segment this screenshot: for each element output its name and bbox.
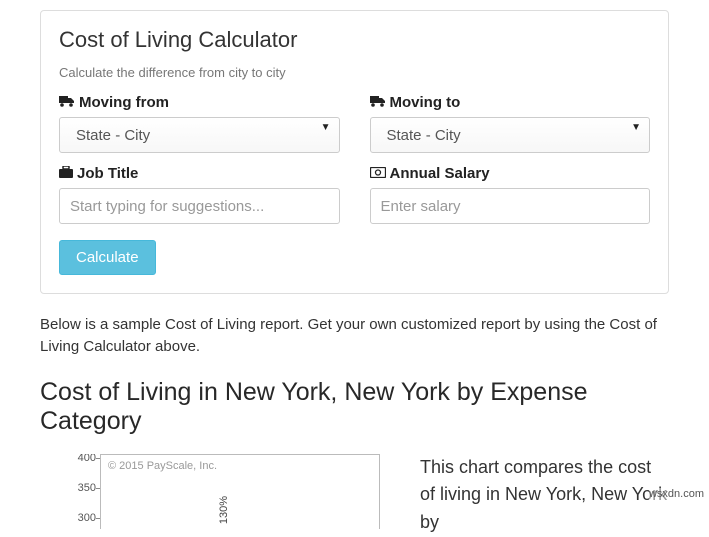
- watermark: wsxdn.com: [649, 488, 704, 500]
- annual-salary-input[interactable]: [370, 188, 651, 224]
- money-icon: [370, 165, 386, 182]
- calculator-subtitle: Calculate the difference from city to ci…: [59, 65, 650, 80]
- job-salary-row: Job Title Annual Salary: [59, 165, 650, 224]
- y-tick: 350: [70, 482, 96, 494]
- job-title-input[interactable]: [59, 188, 340, 224]
- chart-title: Cost of Living in New York, New York by …: [40, 378, 669, 436]
- truck-icon: [59, 94, 75, 111]
- moving-to-select[interactable]: State - City ▼: [370, 117, 651, 153]
- moving-from-select[interactable]: State - City ▼: [59, 117, 340, 153]
- annual-salary-label: Annual Salary: [370, 165, 651, 182]
- sample-report-text: Below is a sample Cost of Living report.…: [40, 314, 669, 358]
- chevron-down-icon: ▼: [631, 122, 641, 133]
- moving-from-label: Moving from: [59, 94, 340, 111]
- calculate-button[interactable]: Calculate: [59, 240, 156, 275]
- chart-copyright: © 2015 PayScale, Inc.: [108, 460, 217, 472]
- truck-icon: [370, 94, 386, 111]
- chart-row: 400 350 300 © 2015 PayScale, Inc. 130% T…: [40, 454, 669, 537]
- moving-to-label: Moving to: [370, 94, 651, 111]
- chevron-down-icon: ▼: [321, 122, 331, 133]
- briefcase-icon: [59, 165, 73, 182]
- bar-value-label: 130%: [218, 495, 230, 523]
- chart-area: 400 350 300 © 2015 PayScale, Inc. 130%: [40, 454, 380, 529]
- job-title-label: Job Title: [59, 165, 340, 182]
- y-tick: 300: [70, 512, 96, 524]
- calculator-title: Cost of Living Calculator: [59, 27, 650, 53]
- y-tick: 400: [70, 454, 96, 464]
- chart-description: This chart compares the cost of living i…: [420, 454, 669, 537]
- location-row: Moving from State - City ▼ Moving to Sta…: [59, 94, 650, 153]
- calculator-panel: Cost of Living Calculator Calculate the …: [40, 10, 669, 294]
